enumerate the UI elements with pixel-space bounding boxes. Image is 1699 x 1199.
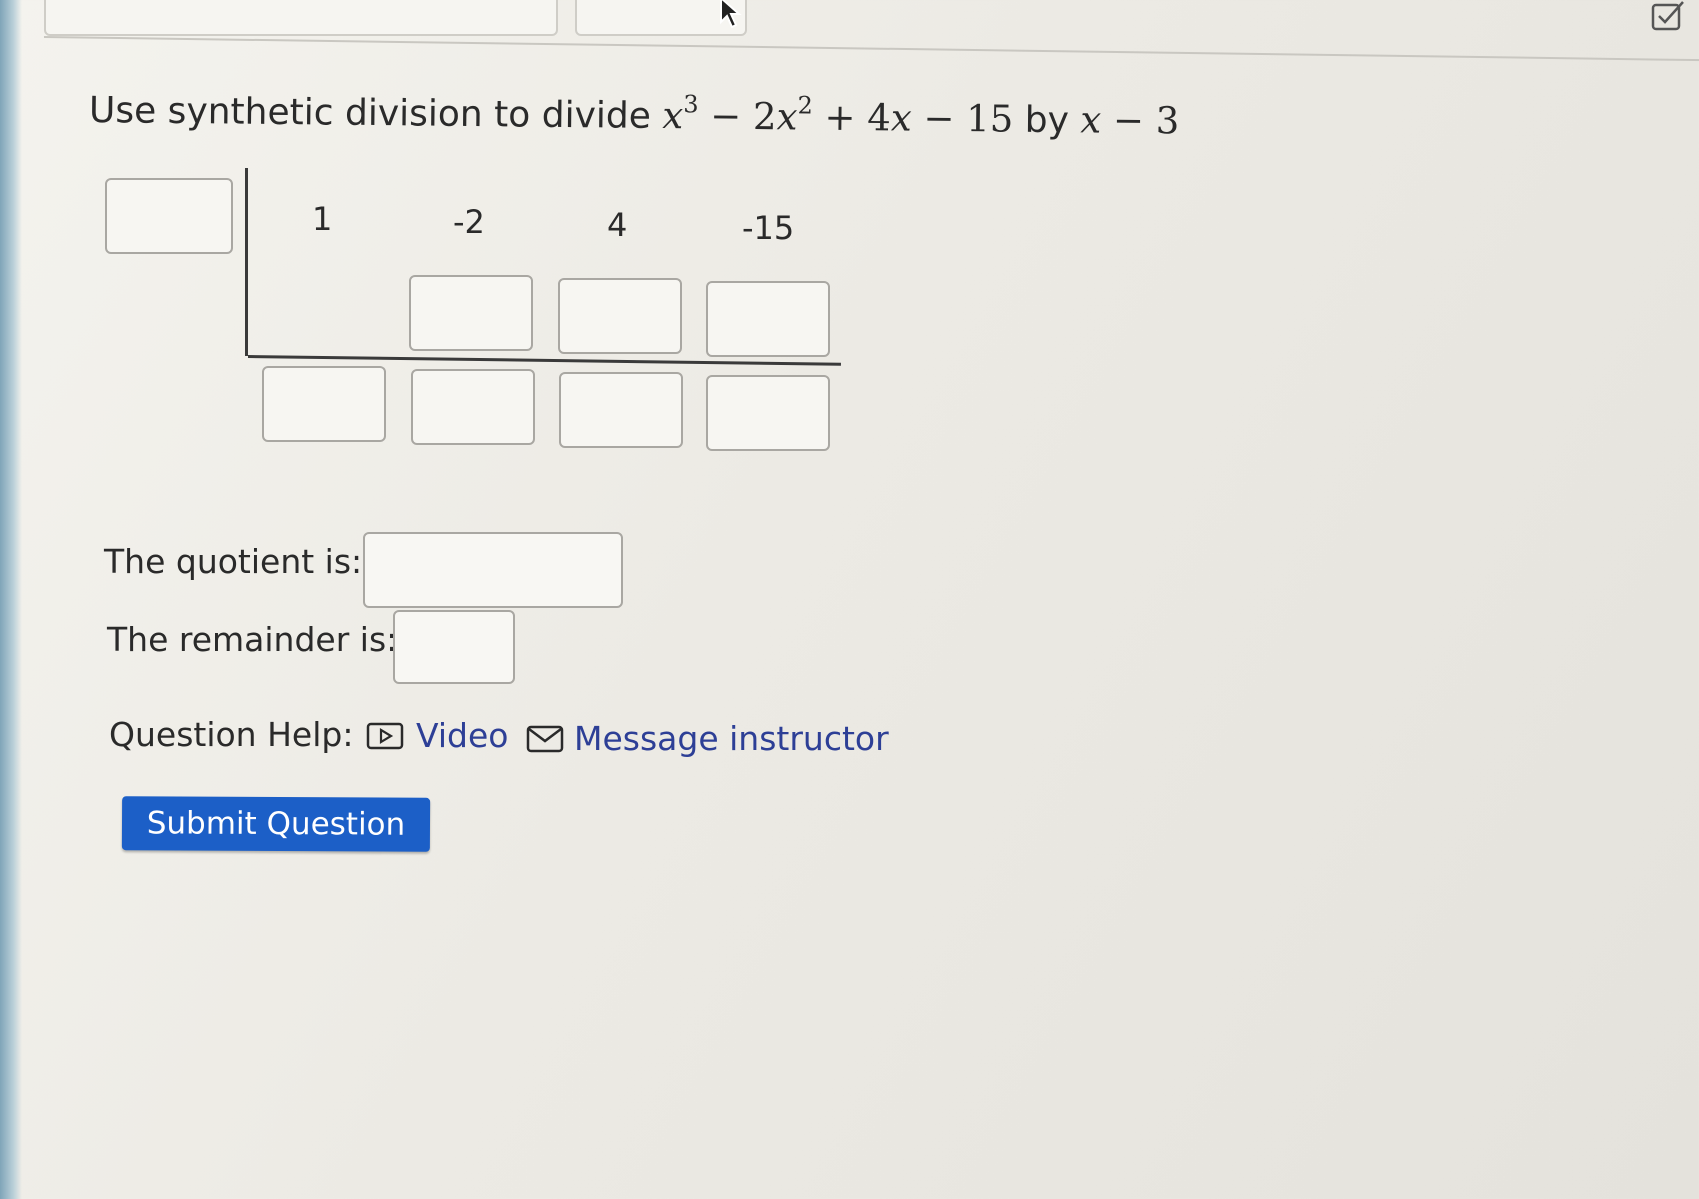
dividend-expression: x3 − 2x2 + 4x − 15 [662,90,1014,141]
question-help-label: Question Help: [109,715,354,754]
divisor-var: x [1080,98,1102,142]
divisor-expression: x − 3 [1080,98,1179,142]
dividend-op-2: + 4 [812,95,892,140]
coefficient-3: 4 [607,206,628,244]
divisor-rest: − 3 [1101,98,1180,143]
bottom-row-input-1[interactable] [262,366,386,442]
message-instructor-link[interactable]: Message instructor [526,719,889,758]
coefficient-2: -2 [453,203,485,241]
mouse-cursor-icon [720,0,742,29]
bottom-row-input-4[interactable] [706,375,830,451]
video-link-label: Video [416,716,509,755]
bottom-row-input-2[interactable] [411,369,535,445]
dividend-exp-2: 2 [797,91,814,120]
screen-edge [0,0,22,1199]
header-divider [43,36,1699,62]
video-link[interactable]: Video [366,716,508,755]
quotient-input[interactable] [363,532,623,608]
quotient-label: The quotient is: [104,542,363,581]
middle-row-input-2[interactable] [558,278,682,354]
message-instructor-label: Message instructor [574,719,889,758]
submit-question-button[interactable]: Submit Question [121,796,431,852]
question-connector: by [1024,99,1070,142]
bottom-row-input-3[interactable] [559,372,683,448]
dividend-term-1: x [662,94,684,138]
dividend-term-3: x [890,96,912,140]
video-play-icon [366,722,404,749]
dividend-op-1: − 2 [698,94,777,139]
divisor-input[interactable] [105,178,233,254]
question-text: Use synthetic division to divide x3 − 2x… [89,88,1180,142]
checklist-icon[interactable] [1650,0,1686,32]
question-prefix: Use synthetic division to divide [88,90,652,137]
remainder-input[interactable] [393,610,515,684]
envelope-icon [526,725,564,752]
division-vertical-bar [245,168,248,356]
coefficient-4: -15 [742,209,795,247]
dividend-exp-1: 3 [683,90,699,119]
dividend-op-3: − 15 [911,96,1014,141]
coefficient-1: 1 [312,200,333,238]
middle-row-input-1[interactable] [409,275,533,351]
remainder-label: The remainder is: [107,620,398,659]
dividend-term-2: x [776,95,798,139]
middle-row-input-3[interactable] [706,281,830,357]
top-tab-left[interactable] [44,0,558,36]
